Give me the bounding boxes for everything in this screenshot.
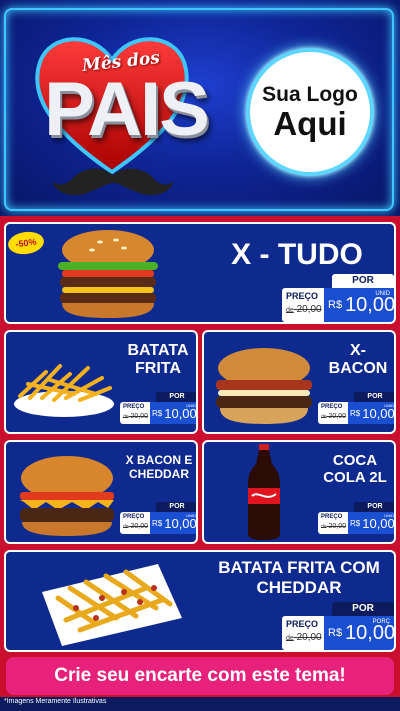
preco-label: PREÇO — [286, 619, 319, 629]
disclaimer-text: *Imagens Meramente Ilustrativas — [4, 698, 107, 705]
preco-label: PREÇO — [123, 514, 145, 520]
old-price: de 20,00 — [321, 413, 347, 420]
logo-line2: Aqui — [273, 104, 347, 142]
por-label: POR — [332, 274, 394, 288]
price-box: PREÇO de 20,00 R$ 10,00 UNID — [120, 512, 196, 534]
product-card-x-bacon[interactable]: X- BACON POR PREÇO de 20,00 R$ 10,00 UNI… — [202, 330, 396, 434]
bacon-burger-icon — [216, 348, 312, 424]
price-tag: POR PREÇO de 20,00 R$ 10,00 UNID — [120, 502, 196, 542]
product-name: BATATA FRITA COM CHEDDAR — [218, 558, 380, 597]
product-card-x-tudo[interactable]: X - TUDO POR PREÇO de 20,00 R$ 10,00 UNI… — [4, 222, 396, 324]
product-name: X - TUDO — [231, 238, 363, 271]
new-price: R$ 10,00 UNID — [348, 512, 394, 534]
soda-bottle-icon — [248, 444, 280, 540]
price-tag: POR PREÇO de 20,00 R$ 10,00 UNID — [318, 502, 394, 542]
new-price: R$ 10,00 UNID — [150, 512, 196, 534]
new-price: R$ 10,00 UNID — [324, 288, 394, 322]
por-label: POR — [156, 502, 196, 512]
preco-label: PREÇO — [286, 291, 319, 301]
price-tag: POR PREÇO de 20,00 R$ 10,00 UNID — [318, 392, 394, 432]
price-box: PREÇO de 20,00 R$ 10,00 UNID — [120, 402, 196, 424]
old-price: de 20,00 — [123, 413, 149, 420]
new-price: R$ 10,00 PORÇ — [324, 616, 394, 650]
price-tag: POR PREÇO de 20,00 R$ 10,00 PORÇ — [282, 602, 394, 650]
title-big: PAIS — [44, 67, 210, 152]
price-box: PREÇO de 20,00 R$ 10,00 UNID — [282, 288, 394, 322]
product-card-batata-frita[interactable]: BATATA FRITA POR PREÇO de 20,00 R$ 10,00… — [4, 330, 198, 434]
old-price: de 20,00 — [286, 632, 322, 643]
header-banner: Mês dos PAIS Sua Logo Aqui — [0, 0, 400, 216]
old-price: de 20,00 — [123, 523, 149, 530]
cta-button[interactable]: Crie seu encarte com este tema! — [6, 657, 394, 695]
old-price: de 20,00 — [286, 304, 322, 315]
por-label: POR — [332, 602, 394, 616]
price-box: PREÇO de 20,00 R$ 10,00 UNID — [318, 512, 394, 534]
por-label: POR — [354, 392, 394, 402]
product-card-x-bacon-cheddar[interactable]: X BACON E CHEDDAR POR PREÇO de 20,00 R$ … — [4, 440, 198, 544]
logo-line1: Sua Logo — [262, 82, 358, 106]
new-price: R$ 10,00 UNID — [348, 402, 394, 424]
cheddar-fries-icon — [42, 564, 182, 646]
preco-label: PREÇO — [321, 514, 343, 520]
logo-placeholder: Sua Logo Aqui — [246, 48, 374, 176]
price-box: PREÇO de 20,00 R$ 10,00 PORÇ — [282, 616, 394, 650]
product-card-coca-cola[interactable]: COCA COLA 2L POR PREÇO de 20,00 R$ 10,00… — [202, 440, 396, 544]
product-card-batata-cheddar[interactable]: BATATA FRITA COM CHEDDAR POR PREÇO de 20… — [4, 550, 396, 652]
product-name: COCA COLA 2L — [323, 452, 387, 487]
mustache-icon — [52, 168, 174, 196]
preco-label: PREÇO — [321, 404, 343, 410]
product-name: X- BACON — [328, 342, 388, 378]
price-tag: POR PREÇO de 20,00 R$ 10,00 UNID — [120, 392, 196, 432]
burger-tall-icon — [58, 230, 158, 318]
cheddar-burger-icon — [20, 456, 114, 536]
product-name: BATATA FRITA — [127, 342, 189, 378]
preco-label: PREÇO — [123, 404, 145, 410]
old-price: de 20,00 — [321, 523, 347, 530]
por-label: POR — [354, 502, 394, 512]
price-box: PREÇO de 20,00 R$ 10,00 UNID — [318, 402, 394, 424]
new-price: R$ 10,00 UNID — [150, 402, 196, 424]
por-label: POR — [156, 392, 196, 402]
product-name: X BACON E CHEDDAR — [125, 453, 193, 481]
price-tag: POR PREÇO de 20,00 R$ 10,00 UNID — [282, 274, 394, 322]
fries-plate-icon — [14, 364, 114, 417]
